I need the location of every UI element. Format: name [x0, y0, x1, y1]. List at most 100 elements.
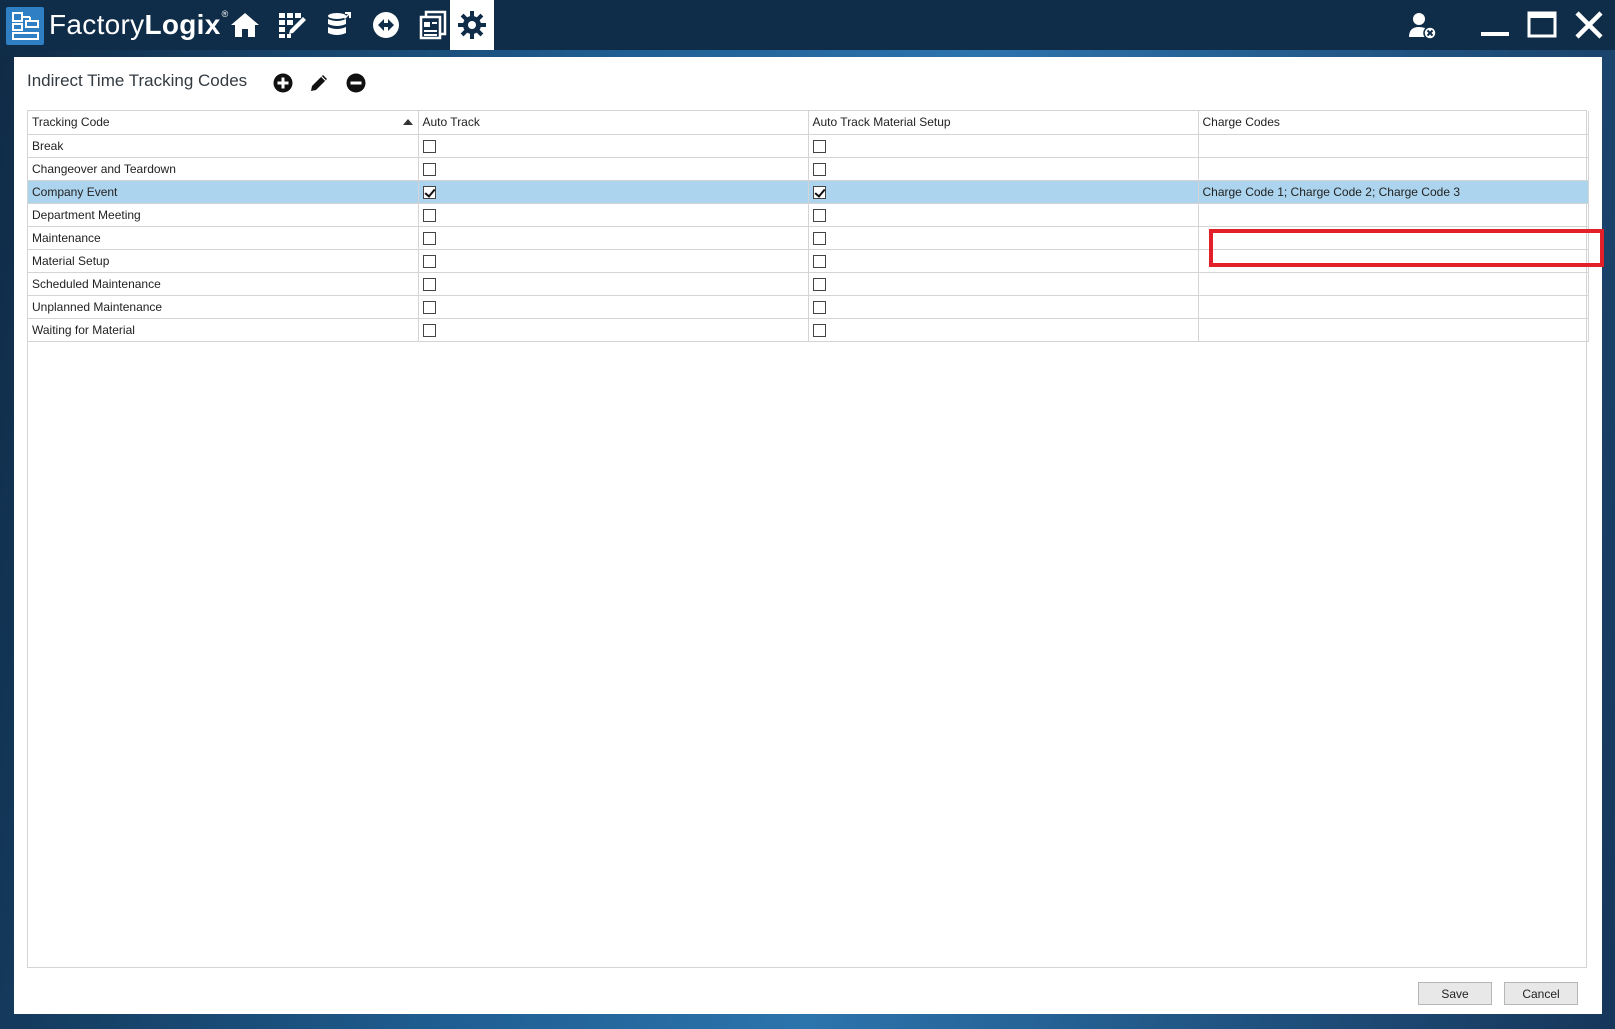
- table-row[interactable]: Material Setup: [28, 249, 1589, 273]
- cell-auto-track: [418, 134, 809, 158]
- cell-charge-codes: [1198, 134, 1589, 158]
- column-header-charge-codes[interactable]: Charge Codes: [1198, 111, 1589, 135]
- auto-track-material-setup-checkbox[interactable]: [812, 162, 826, 176]
- cell-charge-codes: [1198, 203, 1589, 227]
- column-header-tracking-code[interactable]: Tracking Code: [28, 111, 419, 135]
- cell-tracking-code: Unplanned Maintenance: [28, 295, 419, 319]
- cell-charge-codes: Charge Code 1; Charge Code 2; Charge Cod…: [1198, 180, 1589, 204]
- auto-track-checkbox[interactable]: [422, 300, 436, 314]
- cell-auto-track: [418, 157, 809, 181]
- add-button[interactable]: [271, 71, 295, 95]
- user-logout-button[interactable]: [1402, 6, 1442, 44]
- cell-tracking-code: Company Event: [28, 180, 419, 204]
- edit-button[interactable]: [307, 71, 331, 95]
- auto-track-material-setup-checkbox[interactable]: [812, 277, 826, 291]
- minimize-button[interactable]: [1475, 6, 1515, 44]
- grid-edit-icon: [279, 13, 306, 38]
- cell-auto-track-material-setup: [808, 226, 1199, 250]
- page-title: Indirect Time Tracking Codes: [27, 71, 248, 90]
- cell-auto-track-material-setup: [808, 180, 1199, 204]
- table-row[interactable]: Department Meeting: [28, 203, 1589, 227]
- cell-charge-codes: [1198, 272, 1589, 296]
- column-header-auto-track-material-setup[interactable]: Auto Track Material Setup: [808, 111, 1199, 135]
- cell-auto-track: [418, 180, 809, 204]
- home-icon: [231, 13, 259, 37]
- user-remove-icon: [1409, 13, 1437, 40]
- app-name-bold: Logix: [144, 9, 221, 40]
- auto-track-material-setup-checkbox[interactable]: [812, 231, 826, 245]
- close-icon: [1575, 11, 1603, 39]
- cell-tracking-code: Changeover and Teardown: [28, 157, 419, 181]
- cell-auto-track-material-setup: [808, 295, 1199, 319]
- maximize-icon: [1527, 11, 1557, 38]
- cell-auto-track-material-setup: [808, 272, 1199, 296]
- table-row[interactable]: Break: [28, 134, 1589, 158]
- cell-charge-codes: [1198, 157, 1589, 181]
- cell-auto-track: [418, 203, 809, 227]
- content-panel: Indirect Time Tracking Codes Tracking Co…: [14, 57, 1604, 1014]
- documents-icon: [419, 10, 447, 40]
- navigation-icon: [373, 12, 399, 38]
- auto-track-checkbox[interactable]: [422, 139, 436, 153]
- cell-auto-track: [418, 295, 809, 319]
- table-row[interactable]: Changeover and Teardown: [28, 157, 1589, 181]
- cancel-button[interactable]: Cancel: [1504, 982, 1578, 1005]
- cell-auto-track-material-setup: [808, 249, 1199, 273]
- auto-track-material-setup-checkbox[interactable]: [812, 300, 826, 314]
- database-icon: [328, 12, 351, 35]
- app-name-light: Factory: [49, 9, 145, 40]
- auto-track-checkbox[interactable]: [422, 277, 436, 291]
- cell-auto-track: [418, 318, 809, 342]
- table-row[interactable]: Unplanned Maintenance: [28, 295, 1589, 319]
- cell-tracking-code: Waiting for Material: [28, 318, 419, 342]
- column-header-label: Auto Track: [422, 115, 480, 130]
- add-circle-icon: [273, 73, 293, 93]
- auto-track-material-setup-checkbox[interactable]: [812, 323, 826, 337]
- app-name: FactoryLogix®: [49, 9, 229, 43]
- nav-grid-edit-button[interactable]: [269, 0, 315, 50]
- cell-auto-track-material-setup: [808, 157, 1199, 181]
- auto-track-checkbox[interactable]: [422, 254, 436, 268]
- nav-database-button[interactable]: [316, 0, 362, 50]
- auto-track-material-setup-checkbox[interactable]: [812, 208, 826, 222]
- remove-circle-icon: [346, 73, 366, 93]
- save-button[interactable]: Save: [1418, 982, 1492, 1005]
- auto-track-checkbox[interactable]: [422, 208, 436, 222]
- tracking-codes-grid: Tracking Code Auto Track Auto Track Mate…: [27, 110, 1589, 968]
- table-row[interactable]: Maintenance: [28, 226, 1589, 250]
- title-bar: FactoryLogix®: [0, 0, 1615, 50]
- minimize-icon: [1481, 32, 1509, 36]
- cell-tracking-code: Break: [28, 134, 419, 158]
- auto-track-material-setup-checkbox[interactable]: [812, 139, 826, 153]
- cell-charge-codes: [1198, 318, 1589, 342]
- auto-track-checkbox[interactable]: [422, 162, 436, 176]
- table-row[interactable]: Scheduled Maintenance: [28, 272, 1589, 296]
- nav-navigation-button[interactable]: [363, 0, 409, 50]
- cell-charge-codes: [1198, 249, 1589, 273]
- cell-auto-track-material-setup: [808, 134, 1199, 158]
- sort-ascending-icon: [402, 119, 413, 125]
- auto-track-material-setup-checkbox[interactable]: [812, 254, 826, 268]
- cell-tracking-code: Scheduled Maintenance: [28, 272, 419, 296]
- cell-auto-track: [418, 272, 809, 296]
- remove-button[interactable]: [344, 71, 368, 95]
- column-header-label: Auto Track Material Setup: [812, 115, 951, 130]
- close-window-button[interactable]: [1569, 6, 1609, 44]
- table-row[interactable]: Waiting for Material: [28, 318, 1589, 342]
- maximize-button[interactable]: [1522, 6, 1562, 44]
- cell-tracking-code: Material Setup: [28, 249, 419, 273]
- nav-settings-button[interactable]: [450, 0, 494, 50]
- table-row[interactable]: Company Event Charge Code 1; Charge Code …: [28, 180, 1589, 204]
- cell-auto-track-material-setup: [808, 203, 1199, 227]
- auto-track-checkbox[interactable]: [422, 185, 436, 199]
- auto-track-checkbox[interactable]: [422, 231, 436, 245]
- auto-track-material-setup-checkbox[interactable]: [812, 185, 826, 199]
- cell-tracking-code: Maintenance: [28, 226, 419, 250]
- cell-charge-codes: [1198, 295, 1589, 319]
- cell-charge-codes: [1198, 226, 1589, 250]
- auto-track-checkbox[interactable]: [422, 323, 436, 337]
- cell-auto-track-material-setup: [808, 318, 1199, 342]
- nav-home-button[interactable]: [222, 0, 268, 50]
- app-logo-icon: [6, 7, 44, 45]
- column-header-auto-track[interactable]: Auto Track: [418, 111, 809, 135]
